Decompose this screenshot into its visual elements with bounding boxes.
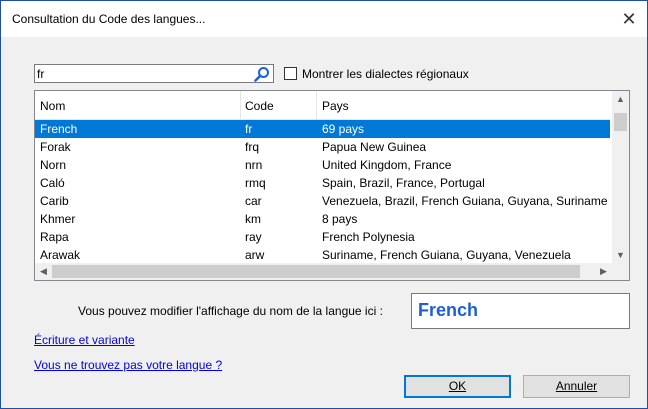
cell-code: arw xyxy=(245,248,265,262)
display-name-value[interactable]: French xyxy=(418,300,478,321)
cell-country: Venezuela, Brazil, French Guiana, Guyana… xyxy=(322,194,608,208)
dialog-title: Consultation du Code des langues... xyxy=(12,12,206,26)
cell-name: Rapa xyxy=(40,230,69,244)
regional-dialects-checkbox[interactable] xyxy=(284,67,297,80)
scroll-down-icon[interactable]: ▼ xyxy=(612,247,629,264)
search-field[interactable] xyxy=(34,64,274,83)
title-bar: Consultation du Code des langues... ✕ xyxy=(1,1,647,37)
cell-country: French Polynesia xyxy=(322,230,415,244)
scroll-left-icon[interactable]: ◀ xyxy=(35,263,52,280)
regional-dialects-label[interactable]: Montrer les dialectes régionaux xyxy=(302,67,469,81)
cell-name: Caló xyxy=(40,176,65,190)
cell-code: km xyxy=(245,212,261,226)
cell-country: 8 pays xyxy=(322,212,358,226)
column-header-code[interactable]: Code xyxy=(245,99,274,113)
column-divider[interactable] xyxy=(316,91,317,119)
cell-code: car xyxy=(245,194,262,208)
scroll-right-icon[interactable]: ▶ xyxy=(595,263,612,280)
display-name-label: Vous pouvez modifier l'affichage du nom … xyxy=(78,304,383,318)
cell-country: Spain, Brazil, France, Portugal xyxy=(322,176,485,190)
table-row[interactable]: Rapa ray French Polynesia xyxy=(35,228,610,246)
horizontal-scroll-thumb[interactable] xyxy=(52,265,580,278)
table-row[interactable]: Khmer km 8 pays xyxy=(35,210,610,228)
ok-button-label: OK xyxy=(448,379,467,393)
display-name-field[interactable]: French xyxy=(411,293,630,329)
language-list[interactable]: Nom Code Pays French fr 69 pays Forak frq Pap… xyxy=(34,90,630,281)
horizontal-scrollbar[interactable]: ◀ ▶ xyxy=(35,263,612,280)
table-row[interactable]: Norn nrn United Kingdom, France xyxy=(35,156,610,174)
cell-code: ray xyxy=(245,230,262,244)
cell-name: Arawak xyxy=(40,248,81,262)
ok-button[interactable]: OK xyxy=(404,375,511,398)
cancel-button[interactable]: Annuler xyxy=(523,375,630,398)
table-row[interactable]: Carib car Venezuela, Brazil, French Guiana… xyxy=(35,192,610,210)
cell-name: French xyxy=(40,122,78,136)
column-divider[interactable] xyxy=(240,91,241,119)
vertical-scrollbar[interactable]: ▲ ▼ xyxy=(612,91,629,264)
cell-code: nrn xyxy=(245,158,263,172)
cell-country: United Kingdom, France xyxy=(322,158,452,172)
cell-country: Suriname, French Guiana, Guyana, Venezue… xyxy=(322,248,571,262)
table-row[interactable]: Caló rmq Spain, Brazil, France, Portugal xyxy=(35,174,610,192)
cell-country: Papua New Guinea xyxy=(322,140,427,154)
search-input[interactable] xyxy=(37,66,247,81)
language-code-dialog: Consultation du Code des langues... ✕ Mo… xyxy=(0,0,648,409)
table-row[interactable]: Arawak arw Suriname, French Guiana, Guyana… xyxy=(35,246,610,264)
cell-code: fr xyxy=(245,122,253,136)
close-icon[interactable]: ✕ xyxy=(617,7,641,31)
vertical-scroll-thumb[interactable] xyxy=(614,113,627,131)
list-header: Nom Code Pays xyxy=(35,91,610,120)
scrollbar-corner xyxy=(612,263,629,280)
list-rows: French fr 69 pays Forak frq Papua New Guinea N… xyxy=(35,120,610,264)
cell-code: frq xyxy=(245,140,260,154)
search-icon[interactable] xyxy=(254,66,270,82)
table-row[interactable]: French fr 69 pays xyxy=(35,120,610,138)
cancel-button-label: Annuler xyxy=(555,379,598,393)
cell-name: Khmer xyxy=(40,212,76,226)
cell-country: 69 pays xyxy=(322,122,365,136)
column-header-name[interactable]: Nom xyxy=(40,99,65,113)
table-row[interactable]: Forak frq Papua New Guinea xyxy=(35,138,610,156)
scroll-up-icon[interactable]: ▲ xyxy=(612,91,629,108)
cell-name: Forak xyxy=(40,140,71,154)
cell-name: Carib xyxy=(40,194,69,208)
column-header-country[interactable]: Pays xyxy=(322,99,349,113)
cell-code: rmq xyxy=(245,176,266,190)
script-variant-link[interactable]: Écriture et variante xyxy=(34,333,135,347)
cell-name: Norn xyxy=(40,158,67,172)
language-not-found-link[interactable]: Vous ne trouvez pas votre langue ? xyxy=(34,358,222,372)
